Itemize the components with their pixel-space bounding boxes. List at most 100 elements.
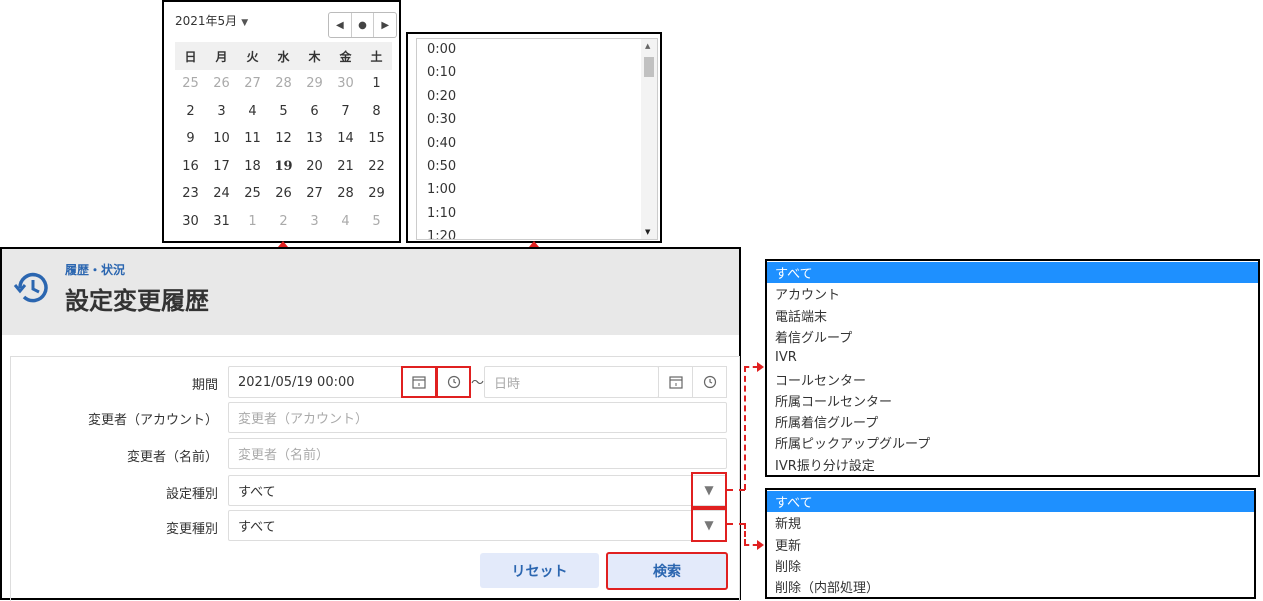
calendar-day[interactable]: 22 xyxy=(361,153,392,181)
calendar-day[interactable]: 12 xyxy=(268,125,299,153)
calendar-day[interactable]: 1 xyxy=(237,208,268,236)
calendar-day[interactable]: 25 xyxy=(175,70,206,98)
calendar-day[interactable]: 26 xyxy=(268,180,299,208)
calendar-day[interactable]: 24 xyxy=(206,180,237,208)
setting-type-options-list: すべて アカウント 電話端末 着信グループ IVR コールセンター 所属コールセンター 所属着… xyxy=(765,259,1260,477)
dropdown-option[interactable]: 更新 xyxy=(767,534,1254,555)
triangle-down-icon: ▼ xyxy=(704,483,714,497)
calendar-day[interactable]: 28 xyxy=(330,180,361,208)
scroll-down-icon[interactable]: ▼ xyxy=(645,228,650,236)
calendar-day[interactable]: 17 xyxy=(206,153,237,181)
dropdown-option[interactable]: 削除 xyxy=(767,555,1254,576)
calendar-day[interactable]: 11 xyxy=(237,125,268,153)
calendar-day[interactable]: 2 xyxy=(268,208,299,236)
setting-type-label: 設定種別 xyxy=(165,487,218,502)
calendar-day[interactable]: 30 xyxy=(330,70,361,98)
time-option[interactable]: 1:00 xyxy=(427,182,456,197)
calendar-day[interactable]: 1 xyxy=(361,70,392,98)
period-label: 期間 xyxy=(191,378,218,393)
calendar-day[interactable]: 4 xyxy=(237,98,268,126)
time-option[interactable]: 0:40 xyxy=(427,136,456,151)
calendar-day[interactable]: 2 xyxy=(175,98,206,126)
calendar-day[interactable]: 25 xyxy=(237,180,268,208)
calendar-day[interactable]: 26 xyxy=(206,70,237,98)
calendar-day[interactable]: 5 xyxy=(361,208,392,236)
calendar-day[interactable]: 5 xyxy=(268,98,299,126)
calendar-day[interactable]: 20 xyxy=(299,153,330,181)
scroll-thumb[interactable] xyxy=(644,57,654,77)
time-option[interactable]: 0:50 xyxy=(427,159,456,174)
calendar-day[interactable]: 15 xyxy=(361,125,392,153)
calendar-month-selector[interactable]: 2021年5月 ▼ xyxy=(175,12,248,29)
change-type-dropdown-toggle[interactable]: ▼ xyxy=(691,508,727,542)
dropdown-option[interactable]: 所属着信グループ xyxy=(767,411,1258,432)
period-end-time-button[interactable] xyxy=(692,366,727,398)
today-button[interactable]: ● xyxy=(352,13,375,37)
dropdown-option[interactable]: 所属コールセンター xyxy=(767,390,1258,411)
calendar-day[interactable]: 13 xyxy=(299,125,330,153)
calendar-day[interactable]: 3 xyxy=(206,98,237,126)
calendar-day[interactable]: 6 xyxy=(299,98,330,126)
next-month-button[interactable]: ▶ xyxy=(374,13,396,37)
calendar-day[interactable]: 21 xyxy=(330,153,361,181)
dropdown-option[interactable]: IVR振り分け設定 xyxy=(767,454,1258,475)
calendar-grid: 日月火水木金土 25 26 27 28 29 30 1 2 3 4 5 6 7 8 9 10 11 12 13 14 1… xyxy=(175,42,392,235)
dropdown-option[interactable]: コールセンター xyxy=(767,369,1258,390)
weekday-header: 金 xyxy=(330,42,361,70)
dropdown-option[interactable]: アカウント xyxy=(767,283,1258,304)
calendar-day[interactable]: 31 xyxy=(206,208,237,236)
range-separator: ～ xyxy=(471,376,485,391)
changer-account-input[interactable]: 変更者（アカウント） xyxy=(228,402,727,433)
calendar-day[interactable]: 14 xyxy=(330,125,361,153)
calendar-day[interactable]: 28 xyxy=(268,70,299,98)
calendar-day[interactable]: 27 xyxy=(299,180,330,208)
period-end-input[interactable]: 日時 xyxy=(484,366,659,398)
dropdown-option[interactable]: IVR xyxy=(767,347,1258,368)
time-option[interactable]: 1:20 xyxy=(427,229,456,239)
dropdown-option[interactable]: すべて xyxy=(767,262,1258,283)
scroll-up-icon[interactable]: ▲ xyxy=(645,42,650,50)
calendar-day[interactable]: 27 xyxy=(237,70,268,98)
calendar-day[interactable]: 7 xyxy=(330,98,361,126)
period-start-input[interactable]: 2021/05/19 00:00 xyxy=(228,366,402,398)
time-option[interactable]: 0:20 xyxy=(427,89,456,104)
calendar-day[interactable]: 30 xyxy=(175,208,206,236)
dropdown-option[interactable]: すべて xyxy=(767,491,1254,512)
changer-name-input[interactable]: 変更者（名前） xyxy=(228,438,727,469)
prev-month-button[interactable]: ◀ xyxy=(329,13,352,37)
calendar-day[interactable]: 3 xyxy=(299,208,330,236)
time-option[interactable]: 1:10 xyxy=(427,206,456,221)
time-option[interactable]: 0:10 xyxy=(427,65,456,80)
dropdown-option[interactable]: 着信グループ xyxy=(767,326,1258,347)
calendar-day[interactable]: 19 xyxy=(268,153,299,181)
calendar-day[interactable]: 23 xyxy=(175,180,206,208)
dropdown-option[interactable]: 削除（内部処理） xyxy=(767,576,1254,597)
time-list-scrollbar[interactable]: ▲ ▼ xyxy=(641,39,657,239)
dropdown-option[interactable]: 電話端末 xyxy=(767,305,1258,326)
calendar-day[interactable]: 16 xyxy=(175,153,206,181)
dropdown-option[interactable]: 所属ピックアップグループ xyxy=(767,432,1258,453)
calendar-day[interactable]: 8 xyxy=(361,98,392,126)
period-start-calendar-button[interactable] xyxy=(401,366,437,398)
calendar-day[interactable]: 29 xyxy=(361,180,392,208)
reset-button[interactable]: リセット xyxy=(480,553,599,588)
setting-type-dropdown-toggle[interactable]: ▼ xyxy=(691,472,727,508)
setting-type-select[interactable]: すべて xyxy=(228,475,727,506)
calendar-day[interactable]: 9 xyxy=(175,125,206,153)
calendar-day[interactable]: 4 xyxy=(330,208,361,236)
calendar-day[interactable]: 10 xyxy=(206,125,237,153)
time-option[interactable]: 0:30 xyxy=(427,112,456,127)
time-picker-popup: ▲ ▼ 0:00 0:10 0:20 0:30 0:40 0:50 1:00 1:10 1:20 xyxy=(406,32,662,243)
calendar-icon xyxy=(668,376,683,389)
breadcrumb[interactable]: 履歴・状況 xyxy=(65,261,125,278)
dropdown-option[interactable]: 新規 xyxy=(767,512,1254,533)
change-type-select[interactable]: すべて xyxy=(228,510,727,541)
calendar-nav: ◀ ● ▶ xyxy=(328,12,397,38)
calendar-day[interactable]: 18 xyxy=(237,153,268,181)
calendar-month-title: 2021年5月 xyxy=(175,14,238,28)
search-button[interactable]: 検索 xyxy=(606,552,728,590)
calendar-day[interactable]: 29 xyxy=(299,70,330,98)
period-start-time-button[interactable] xyxy=(436,366,471,398)
period-end-calendar-button[interactable] xyxy=(658,366,693,398)
time-option[interactable]: 0:00 xyxy=(427,42,456,57)
